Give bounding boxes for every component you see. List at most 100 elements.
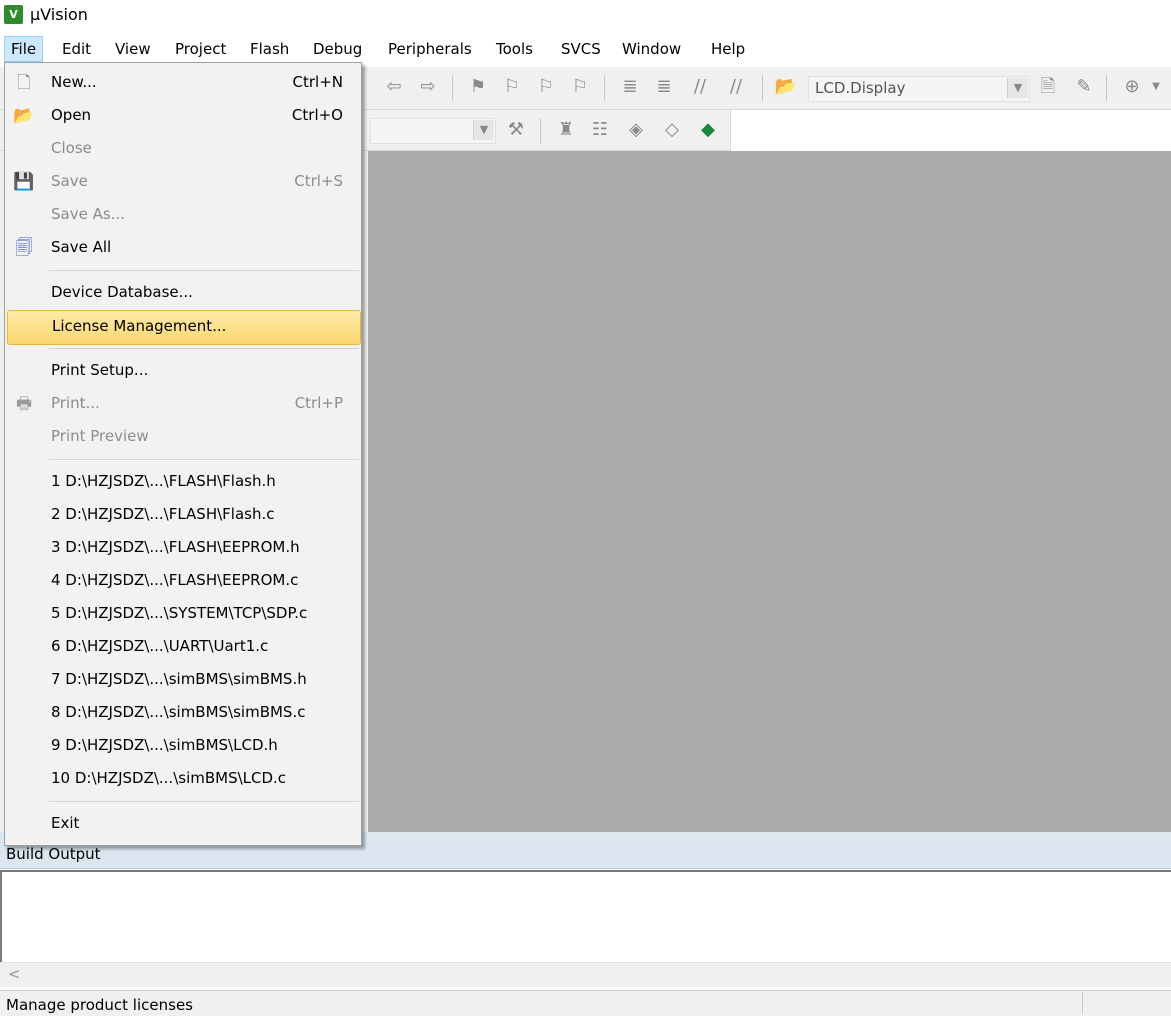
menu-item-label: Save As... <box>51 205 125 223</box>
menu-debug[interactable]: Debug <box>307 38 368 60</box>
menu-item-print-setup[interactable]: Print Setup... <box>5 355 361 388</box>
menu-item-license-management[interactable]: License Management... <box>7 310 361 345</box>
menu-tools[interactable]: Tools <box>490 38 539 60</box>
recent-file-item[interactable]: 8 D:\HZJSDZ\...\simBMS\simBMS.c <box>5 697 361 730</box>
bookmark-icon[interactable]: ⚑ <box>466 75 490 99</box>
menu-item-label: Exit <box>51 814 80 832</box>
recent-file-item[interactable]: 7 D:\HZJSDZ\...\simBMS\simBMS.h <box>5 664 361 697</box>
save-all-icon: 🗐 <box>15 238 33 258</box>
recent-file-label: 1 D:\HZJSDZ\...\FLASH\Flash.h <box>51 472 276 490</box>
menu-item-label: Save <box>51 172 88 190</box>
menu-edit[interactable]: Edit <box>56 38 97 60</box>
run-time-environment-icon[interactable]: ◆ <box>696 118 720 142</box>
select-software-packs-icon[interactable]: ◇ <box>660 118 684 142</box>
menu-flash[interactable]: Flash <box>244 38 295 60</box>
next-bookmark-icon[interactable]: ⚐ <box>534 75 558 99</box>
menu-file[interactable]: File <box>4 36 44 62</box>
recent-file-item[interactable]: 4 D:\HZJSDZ\...\FLASH\EEPROM.c <box>5 565 361 598</box>
recent-file-label: 7 D:\HZJSDZ\...\simBMS\simBMS.h <box>51 670 307 688</box>
menu-item-print-preview: Print Preview <box>5 421 361 454</box>
scroll-left-icon[interactable]: < <box>8 965 21 983</box>
menu-item-save: 💾 Save Ctrl+S <box>5 166 361 199</box>
target-options-icon[interactable]: ⚒ <box>504 118 528 142</box>
menu-item-label: Save All <box>51 238 112 256</box>
status-text: Manage product licenses <box>6 996 193 1014</box>
prev-bookmark-icon[interactable]: ⚐ <box>500 75 524 99</box>
save-icon: 💾 <box>13 172 35 192</box>
menu-item-label: Device Database... <box>51 283 193 301</box>
menu-project[interactable]: Project <box>169 38 232 60</box>
target-combo[interactable]: ▼ <box>370 118 496 144</box>
toolbar-separator <box>1106 75 1107 101</box>
navigate-back-icon[interactable]: ⇦ <box>382 75 406 99</box>
uncomment-icon[interactable]: // <box>724 75 748 99</box>
menu-item-device-database[interactable]: Device Database... <box>5 277 361 310</box>
menu-item-label: Open <box>51 106 92 124</box>
incremental-find-icon[interactable]: 🗎 <box>1036 75 1060 99</box>
zoom-icon[interactable]: ⊕ <box>1120 75 1144 99</box>
menu-item-label: License Management... <box>52 317 227 335</box>
recent-file-label: 5 D:\HZJSDZ\...\SYSTEM\TCP\SDP.c <box>51 604 308 622</box>
menu-item-print: 🖶 Print... Ctrl+P <box>5 388 361 421</box>
new-file-icon: 🗋 <box>17 73 31 93</box>
status-divider <box>1082 993 1083 1014</box>
pack-installer-icon[interactable]: ◈ <box>624 118 648 142</box>
menu-item-new[interactable]: 🗋 New... Ctrl+N <box>5 67 361 100</box>
menu-view[interactable]: View <box>109 38 157 60</box>
menu-item-label: Close <box>51 139 92 157</box>
menu-item-exit[interactable]: Exit <box>5 808 361 841</box>
uvision-app-icon: V <box>4 5 23 24</box>
horizontal-scrollbar[interactable]: < <box>0 962 1171 987</box>
debug-session-icon[interactable]: ✎ <box>1072 75 1096 99</box>
target-select-value: LCD.Display <box>815 79 906 97</box>
indent-icon[interactable]: ≣ <box>618 75 642 99</box>
recent-file-item[interactable]: 6 D:\HZJSDZ\...\UART\Uart1.c <box>5 631 361 664</box>
menu-item-open[interactable]: 📂 Open Ctrl+O <box>5 100 361 133</box>
menu-bar: File Edit View Project Flash Debug Perip… <box>0 33 1171 63</box>
unindent-icon[interactable]: ≣ <box>652 75 676 99</box>
clear-bookmarks-icon[interactable]: ⚐ <box>568 75 592 99</box>
file-extensions-icon[interactable]: ☷ <box>588 118 612 142</box>
menu-item-shortcut: Ctrl+N <box>292 73 343 91</box>
chevron-down-icon[interactable]: ▼ <box>473 120 494 140</box>
menu-item-shortcut: Ctrl+S <box>294 172 343 190</box>
recent-file-label: 10 D:\HZJSDZ\...\simBMS\LCD.c <box>51 769 287 787</box>
build-output-title: Build Output <box>6 845 101 863</box>
comment-icon[interactable]: // <box>688 75 712 99</box>
toolbar-separator <box>762 75 763 101</box>
recent-file-item[interactable]: 3 D:\HZJSDZ\...\FLASH\EEPROM.h <box>5 532 361 565</box>
menu-item-label: Print Preview <box>51 427 149 445</box>
menu-help[interactable]: Help <box>705 38 751 60</box>
recent-file-item[interactable]: 5 D:\HZJSDZ\...\SYSTEM\TCP\SDP.c <box>5 598 361 631</box>
menu-item-shortcut: Ctrl+P <box>294 394 343 412</box>
menu-separator <box>49 801 359 802</box>
menu-item-label: Print Setup... <box>51 361 149 379</box>
recent-file-label: 8 D:\HZJSDZ\...\simBMS\simBMS.c <box>51 703 306 721</box>
recent-file-item[interactable]: 10 D:\HZJSDZ\...\simBMS\LCD.c <box>5 763 361 796</box>
menu-peripherals[interactable]: Peripherals <box>382 38 478 60</box>
toolbar-separator <box>604 75 605 101</box>
recent-file-item[interactable]: 2 D:\HZJSDZ\...\FLASH\Flash.c <box>5 499 361 532</box>
chevron-down-icon[interactable]: ▼ <box>1007 78 1028 98</box>
recent-file-item[interactable]: 9 D:\HZJSDZ\...\simBMS\LCD.h <box>5 730 361 763</box>
editor-area <box>368 151 1171 832</box>
manage-components-icon[interactable]: ♜ <box>554 118 578 142</box>
menu-item-label: New... <box>51 73 97 91</box>
recent-file-label: 4 D:\HZJSDZ\...\FLASH\EEPROM.c <box>51 571 299 589</box>
navigate-forward-icon[interactable]: ⇨ <box>416 75 440 99</box>
recent-file-item[interactable]: 1 D:\HZJSDZ\...\FLASH\Flash.h <box>5 466 361 499</box>
menu-window[interactable]: Window <box>616 38 687 60</box>
title-bar: V µVision <box>0 0 1171 30</box>
build-output-text[interactable] <box>0 870 1171 964</box>
status-bar: Manage product licenses <box>0 990 1171 1016</box>
find-in-files-icon[interactable]: 📂 <box>774 75 798 99</box>
open-folder-icon: 📂 <box>13 106 35 126</box>
recent-file-label: 9 D:\HZJSDZ\...\simBMS\LCD.h <box>51 736 278 754</box>
menu-separator <box>49 348 359 349</box>
target-select[interactable]: LCD.Display ▼ <box>808 76 1030 102</box>
menu-item-label: Print... <box>51 394 100 412</box>
menu-item-save-all[interactable]: 🗐 Save All <box>5 232 361 265</box>
recent-file-label: 6 D:\HZJSDZ\...\UART\Uart1.c <box>51 637 269 655</box>
menu-svcs[interactable]: SVCS <box>555 38 607 60</box>
chevron-down-icon[interactable]: ▼ <box>1148 75 1164 99</box>
